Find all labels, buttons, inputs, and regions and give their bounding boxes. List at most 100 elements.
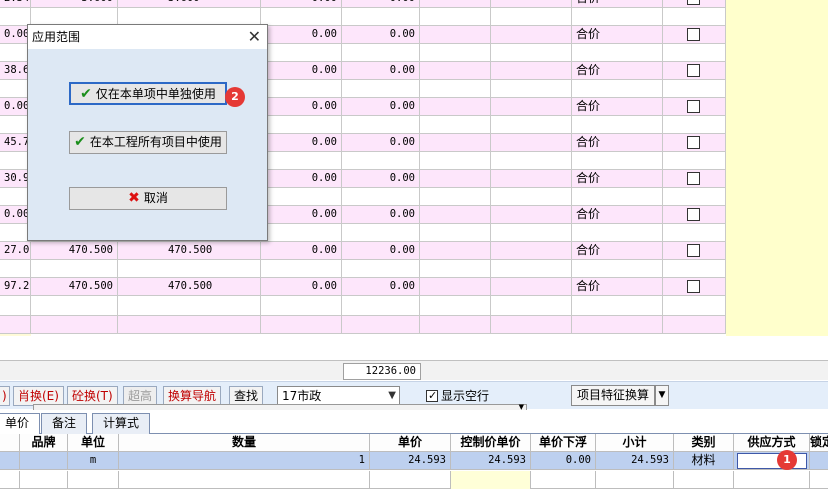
feature-conversion-button[interactable]: 项目特征换算 <box>571 385 655 406</box>
table-row[interactable]: 97.20470.500470.5000.000.00合价 <box>0 278 828 296</box>
grid-cell[interactable] <box>491 26 572 43</box>
table-row[interactable] <box>0 471 828 489</box>
cell-ctrl-price[interactable]: 24.593 <box>451 452 531 470</box>
grid-cell[interactable] <box>420 26 491 43</box>
grid-cell[interactable]: 合价 <box>572 206 663 223</box>
grid-cell[interactable]: 0.00 <box>342 242 420 259</box>
grid-cell[interactable] <box>342 224 420 241</box>
grid-cell[interactable] <box>31 296 118 315</box>
cell-unit[interactable]: m <box>68 452 119 470</box>
grid-cell[interactable]: 2.34 <box>0 0 31 7</box>
grid-cell[interactable] <box>572 8 663 25</box>
grid-cell[interactable]: 470.500 <box>31 242 118 259</box>
tab-unit-price[interactable]: 单价 <box>0 413 41 434</box>
grid-cell[interactable] <box>420 296 491 315</box>
grid-cell[interactable] <box>572 116 663 133</box>
grid-cell[interactable] <box>261 152 342 169</box>
grid-cell[interactable] <box>663 170 726 187</box>
grid-cell[interactable] <box>663 224 726 241</box>
grid-cell[interactable] <box>420 0 491 7</box>
row-checkbox[interactable] <box>687 208 700 221</box>
grid-cell[interactable] <box>420 170 491 187</box>
grid-cell[interactable]: 0.00 <box>261 0 342 7</box>
tab-formula[interactable]: 计算式 <box>92 413 151 434</box>
grid-cell[interactable] <box>420 206 491 223</box>
grid-cell[interactable] <box>663 260 726 277</box>
grid-cell[interactable] <box>342 296 420 315</box>
grid-cell[interactable] <box>491 170 572 187</box>
grid-cell[interactable] <box>572 316 663 333</box>
cell-qty[interactable]: 1 <box>119 452 370 470</box>
grid-cell[interactable]: 0.00 <box>342 26 420 43</box>
grid-cell[interactable] <box>0 8 31 25</box>
grid-cell[interactable] <box>663 296 726 315</box>
grid-cell[interactable]: 0.00 <box>261 170 342 187</box>
cell-price[interactable] <box>370 471 451 489</box>
grid-cell[interactable] <box>0 296 31 315</box>
grid-cell[interactable] <box>663 44 726 61</box>
grid-cell[interactable]: 27.07 <box>0 242 31 259</box>
cell-price[interactable]: 24.593 <box>370 452 451 470</box>
grid-cell[interactable] <box>0 316 31 333</box>
grid-cell[interactable] <box>0 260 31 277</box>
grid-cell[interactable] <box>491 278 572 295</box>
grid-cell[interactable] <box>491 134 572 151</box>
grid-cell[interactable] <box>420 278 491 295</box>
grid-cell[interactable] <box>261 44 342 61</box>
grid-cell[interactable] <box>663 206 726 223</box>
grid-cell[interactable] <box>491 98 572 115</box>
table-row[interactable]: 27.07470.500470.5000.000.00合价 <box>0 242 828 260</box>
table-row[interactable] <box>0 316 828 334</box>
grid-cell[interactable]: 合价 <box>572 26 663 43</box>
grid-cell[interactable] <box>420 8 491 25</box>
grid-cell[interactable] <box>261 188 342 205</box>
grid-cell[interactable] <box>261 260 342 277</box>
grid-cell[interactable]: 470.500 <box>118 278 261 295</box>
grid-cell[interactable] <box>420 80 491 97</box>
find-button[interactable]: 查找 <box>229 386 264 406</box>
cell-category[interactable]: 材料 <box>674 452 734 470</box>
grid-cell[interactable] <box>342 116 420 133</box>
grid-cell[interactable] <box>118 260 261 277</box>
grid-cell[interactable] <box>663 98 726 115</box>
grid-cell[interactable] <box>118 316 261 333</box>
conversion-nav-button[interactable]: 换算导航 <box>163 386 222 406</box>
tonghuan-button[interactable]: 砼换(T) <box>67 386 118 406</box>
grid-cell[interactable]: 3.600 <box>31 0 118 7</box>
grid-cell[interactable] <box>491 62 572 79</box>
grid-cell[interactable] <box>663 80 726 97</box>
grid-cell[interactable] <box>420 242 491 259</box>
table-row[interactable] <box>0 296 828 316</box>
grid-cell[interactable] <box>31 8 118 25</box>
row-checkbox[interactable] <box>687 244 700 257</box>
grid-cell[interactable]: 合价 <box>572 134 663 151</box>
grid-cell[interactable] <box>663 116 726 133</box>
grid-cell[interactable] <box>572 152 663 169</box>
grid-cell[interactable] <box>491 242 572 259</box>
grid-cell[interactable]: 0.00 <box>342 62 420 79</box>
grid-cell[interactable]: 0.00 <box>261 242 342 259</box>
grid-cell[interactable] <box>342 8 420 25</box>
grid-cell[interactable] <box>663 152 726 169</box>
grid-cell[interactable] <box>118 296 261 315</box>
library-select[interactable]: 17市政 ▼ <box>277 386 400 406</box>
grid-cell[interactable] <box>420 188 491 205</box>
grid-cell[interactable] <box>261 316 342 333</box>
cell-subtotal[interactable] <box>596 471 674 489</box>
grid-cell[interactable]: 97.20 <box>0 278 31 295</box>
cancel-button[interactable]: ✖ 取消 <box>69 187 227 210</box>
grid-cell[interactable] <box>572 260 663 277</box>
grid-cell[interactable] <box>261 224 342 241</box>
grid-cell[interactable] <box>491 44 572 61</box>
grid-cell[interactable] <box>261 8 342 25</box>
grid-cell[interactable] <box>663 134 726 151</box>
grid-cell[interactable]: 0.00 <box>342 134 420 151</box>
grid-cell[interactable]: 3.600 <box>118 0 261 7</box>
grid-cell[interactable] <box>261 296 342 315</box>
cell-brand[interactable] <box>20 471 68 489</box>
tab-notes[interactable]: 备注 <box>41 413 88 434</box>
cell-subtotal[interactable]: 24.593 <box>596 452 674 470</box>
grid-cell[interactable]: 0.00 <box>261 134 342 151</box>
row-checkbox[interactable] <box>687 136 700 149</box>
grid-cell[interactable] <box>572 224 663 241</box>
